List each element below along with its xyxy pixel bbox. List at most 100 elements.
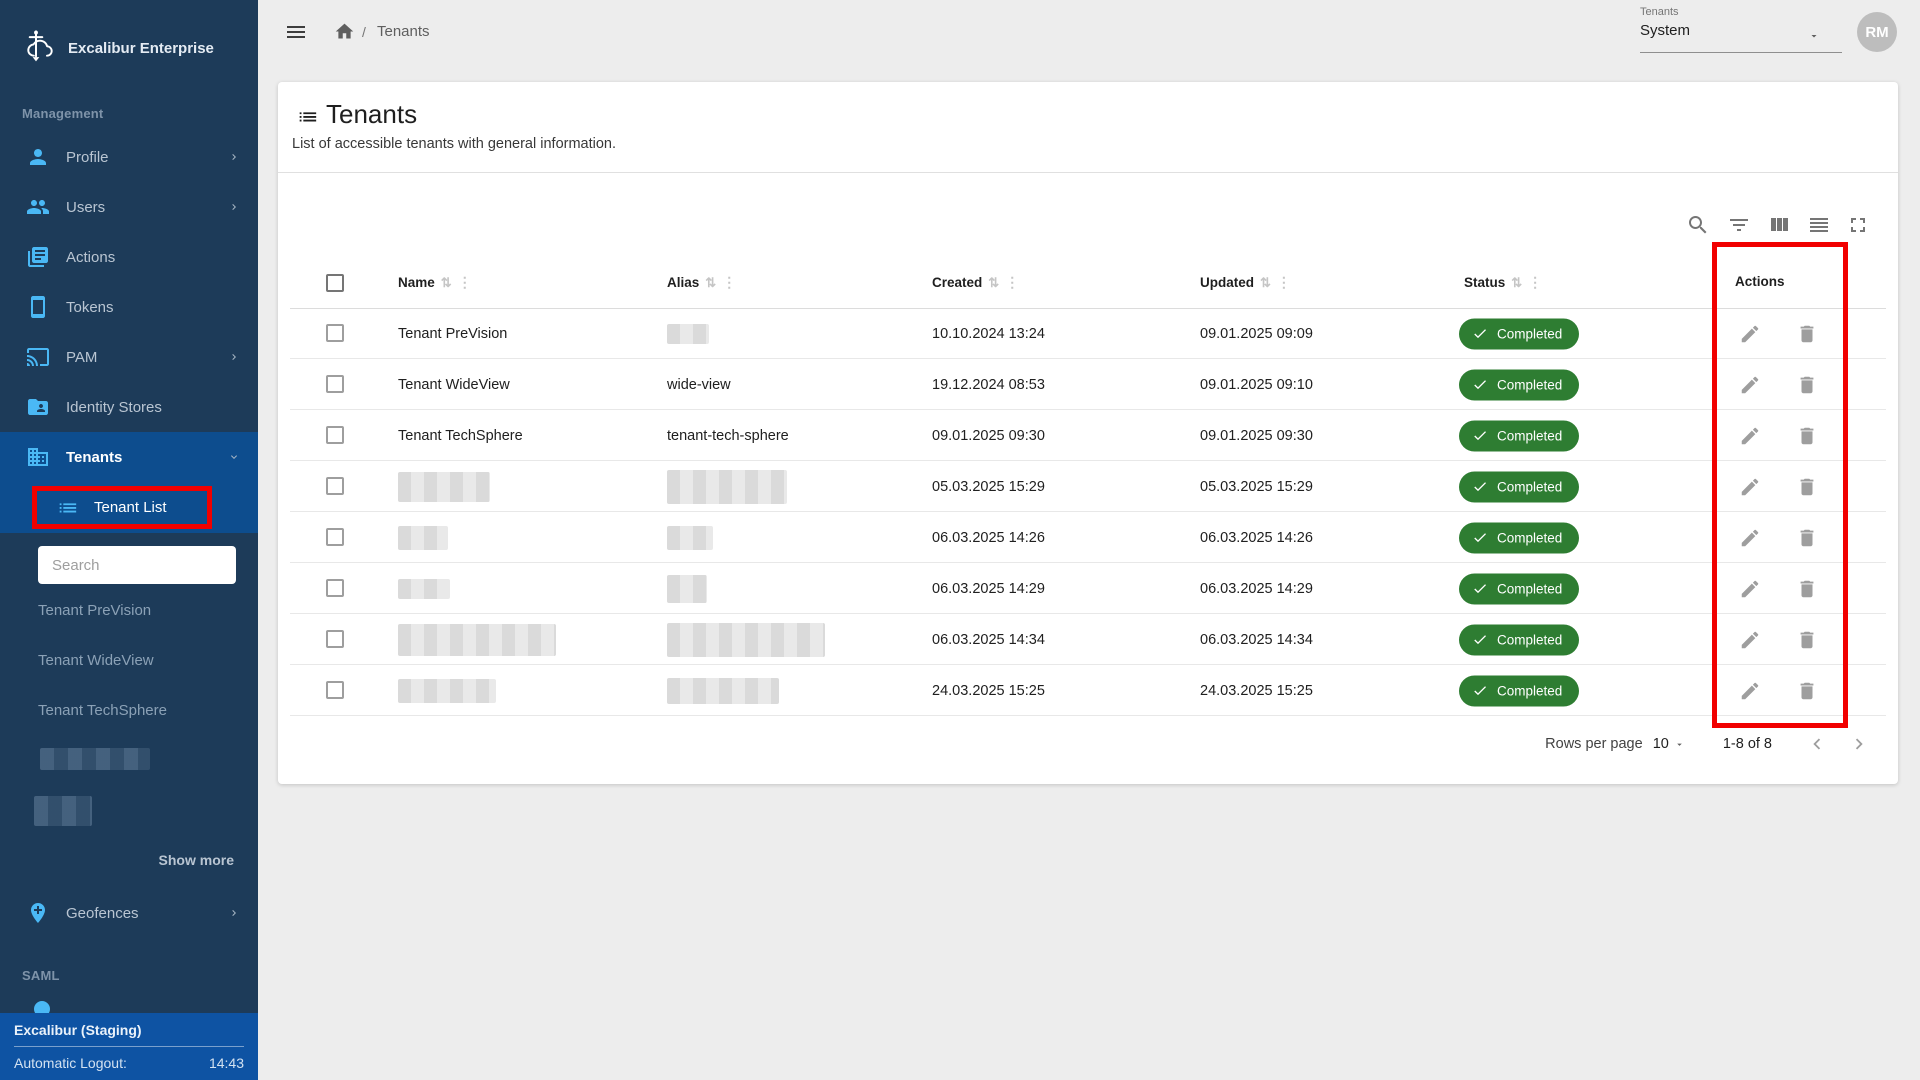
column-menu-icon[interactable]: ⋮ — [1528, 274, 1542, 291]
next-page-icon[interactable] — [1848, 733, 1870, 755]
menu-hamburger-icon[interactable] — [284, 20, 308, 44]
column-header-created[interactable]: Created ⇅ ⋮ — [932, 274, 1019, 291]
redacted-name — [398, 579, 450, 599]
select-all-checkbox[interactable] — [326, 274, 344, 292]
status-badge: Completed — [1459, 318, 1579, 349]
edit-icon[interactable] — [1739, 425, 1761, 447]
sidebar-item-tokens[interactable]: Tokens — [0, 282, 258, 332]
delete-icon[interactable] — [1796, 425, 1818, 447]
check-icon — [1472, 632, 1488, 648]
sidebar-item-geofences[interactable]: Geofences — [0, 888, 258, 938]
delete-icon[interactable] — [1796, 629, 1818, 651]
redacted-alias — [667, 678, 779, 704]
redacted-tenant-link[interactable] — [40, 748, 150, 770]
table-row[interactable]: 06.03.2025 14:34 06.03.2025 14:34 Comple… — [278, 614, 1898, 665]
density-icon[interactable] — [1807, 213, 1831, 237]
redacted-alias — [667, 324, 709, 344]
sidebar-tenant-link[interactable]: Tenant PreVision — [38, 602, 151, 619]
divider — [278, 172, 1898, 173]
table-row[interactable]: Tenant TechSphere tenant-tech-sphere 09.… — [278, 410, 1898, 461]
check-icon — [1472, 581, 1488, 597]
delete-icon[interactable] — [1796, 578, 1818, 600]
sort-icon[interactable]: ⇅ — [705, 275, 716, 291]
sidebar-item-profile[interactable]: Profile — [0, 132, 258, 182]
redacted-tenant-link[interactable] — [34, 796, 92, 826]
delete-icon[interactable] — [1796, 527, 1818, 549]
section-management: Management — [22, 106, 103, 121]
check-icon — [1472, 377, 1488, 393]
tenant-name: Tenant TechSphere — [398, 428, 523, 444]
delete-icon[interactable] — [1796, 323, 1818, 345]
person-icon — [26, 145, 50, 169]
column-menu-icon[interactable]: ⋮ — [1277, 274, 1291, 291]
previous-page-icon[interactable] — [1806, 733, 1828, 755]
row-checkbox[interactable] — [326, 630, 344, 648]
table-row[interactable]: 24.03.2025 15:25 24.03.2025 15:25 Comple… — [278, 665, 1898, 716]
row-checkbox[interactable] — [326, 681, 344, 699]
updated-date: 09.01.2025 09:10 — [1200, 377, 1313, 393]
delete-icon[interactable] — [1796, 374, 1818, 396]
redacted-alias — [667, 526, 713, 550]
tenant-scope-select[interactable]: Tenants System — [1640, 6, 1850, 39]
sort-icon[interactable]: ⇅ — [441, 275, 452, 291]
created-date: 06.03.2025 14:26 — [932, 530, 1045, 546]
table-row[interactable]: 06.03.2025 14:29 06.03.2025 14:29 Comple… — [278, 563, 1898, 614]
sidebar-item-tenant-list[interactable]: Tenant List — [0, 482, 258, 532]
column-header-name[interactable]: Name ⇅ ⋮ — [398, 274, 472, 291]
row-checkbox[interactable] — [326, 579, 344, 597]
sidebar-item-pam[interactable]: PAM — [0, 332, 258, 382]
edit-icon[interactable] — [1739, 527, 1761, 549]
sidebar-tenant-search-input[interactable] — [38, 546, 236, 584]
row-checkbox[interactable] — [326, 528, 344, 546]
table-row[interactable]: 05.03.2025 15:29 05.03.2025 15:29 Comple… — [278, 461, 1898, 512]
edit-icon[interactable] — [1739, 476, 1761, 498]
column-menu-icon[interactable]: ⋮ — [458, 274, 472, 291]
sidebar-item-tenants[interactable]: Tenants — [0, 432, 258, 482]
column-header-updated[interactable]: Updated ⇅ ⋮ — [1200, 274, 1291, 291]
sort-icon[interactable]: ⇅ — [1511, 275, 1522, 291]
tenant-name: Tenant PreVision — [398, 326, 507, 342]
delete-icon[interactable] — [1796, 680, 1818, 702]
fullscreen-icon[interactable] — [1846, 213, 1870, 237]
sidebar-tenant-link[interactable]: Tenant WideView — [38, 652, 154, 669]
updated-date: 06.03.2025 14:26 — [1200, 530, 1313, 546]
breadcrumb-separator: / — [362, 24, 366, 40]
edit-icon[interactable] — [1739, 629, 1761, 651]
column-menu-icon[interactable]: ⋮ — [722, 274, 736, 291]
home-icon[interactable] — [334, 21, 355, 42]
delete-icon[interactable] — [1796, 476, 1818, 498]
row-checkbox[interactable] — [326, 375, 344, 393]
user-avatar[interactable]: RM — [1857, 12, 1897, 52]
section-saml: SAML — [22, 968, 60, 983]
edit-icon[interactable] — [1739, 680, 1761, 702]
search-icon[interactable] — [1686, 213, 1710, 237]
edit-icon[interactable] — [1739, 323, 1761, 345]
created-date: 09.01.2025 09:30 — [932, 428, 1045, 444]
sidebar-tenant-link[interactable]: Tenant TechSphere — [38, 702, 167, 719]
row-checkbox[interactable] — [326, 426, 344, 444]
excalibur-cloud-sword-logo-icon — [16, 28, 56, 68]
table-row[interactable]: Tenant WideView wide-view 19.12.2024 08:… — [278, 359, 1898, 410]
sidebar-item-actions[interactable]: Actions — [0, 232, 258, 282]
edit-icon[interactable] — [1739, 578, 1761, 600]
sidebar: Excalibur Enterprise Management Profile … — [0, 0, 258, 1080]
columns-icon[interactable] — [1767, 213, 1791, 237]
table-row[interactable]: Tenant PreVision 10.10.2024 13:24 09.01.… — [278, 308, 1898, 359]
rows-per-page-label: Rows per page — [1545, 736, 1643, 752]
edit-icon[interactable] — [1739, 374, 1761, 396]
sidebar-item-identity-stores[interactable]: Identity Stores — [0, 382, 258, 432]
column-header-status[interactable]: Status ⇅ ⋮ — [1464, 274, 1542, 291]
sort-icon[interactable]: ⇅ — [988, 275, 999, 291]
column-menu-icon[interactable]: ⋮ — [1005, 274, 1019, 291]
rows-per-page-select[interactable]: 10 — [1653, 736, 1685, 752]
sidebar-item-users[interactable]: Users — [0, 182, 258, 232]
filter-icon[interactable] — [1727, 213, 1751, 237]
table-row[interactable]: 06.03.2025 14:26 06.03.2025 14:26 Comple… — [278, 512, 1898, 563]
row-checkbox[interactable] — [326, 477, 344, 495]
cast-icon — [26, 345, 50, 369]
sort-icon[interactable]: ⇅ — [1260, 275, 1271, 291]
row-checkbox[interactable] — [326, 324, 344, 342]
redacted-name — [398, 526, 448, 550]
show-more-link[interactable]: Show more — [159, 852, 234, 868]
column-header-alias[interactable]: Alias ⇅ ⋮ — [667, 274, 736, 291]
